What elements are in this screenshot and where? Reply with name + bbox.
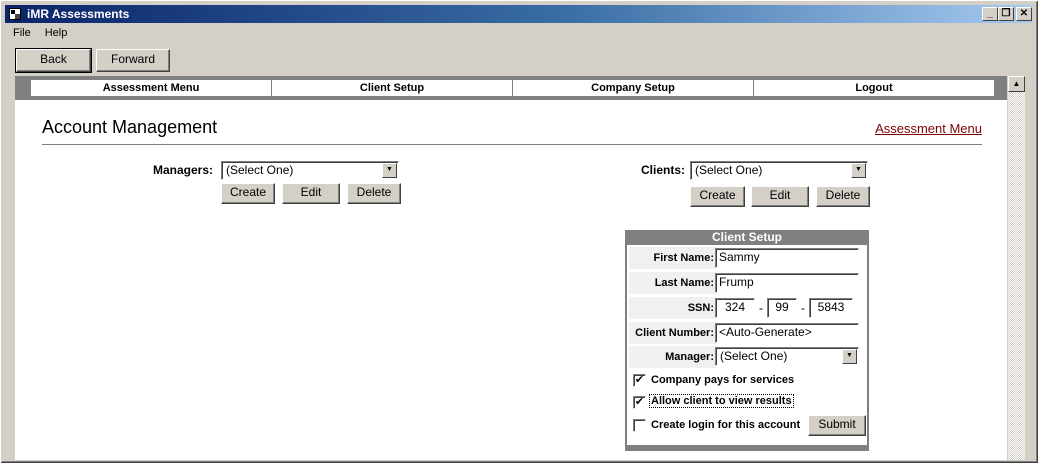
page-title: Account Management	[42, 117, 218, 137]
forward-button[interactable]: Forward	[96, 49, 170, 72]
company-pays-label: Company pays for services	[651, 374, 795, 386]
chevron-down-icon[interactable]: ▼	[382, 163, 397, 178]
chevron-down-icon[interactable]: ▼	[851, 163, 866, 178]
app-icon	[9, 8, 21, 20]
nav-assessment-menu[interactable]: Assessment Menu	[31, 80, 272, 96]
last-name-field[interactable]: Frump	[715, 273, 859, 293]
nav-logout[interactable]: Logout	[754, 80, 994, 96]
company-pays-checkbox[interactable]: ✔	[633, 374, 646, 387]
ssn-separator: -	[759, 301, 763, 315]
managers-label: Managers:	[153, 163, 214, 177]
nav-company-setup[interactable]: Company Setup	[513, 80, 754, 96]
restore-button[interactable]: ❐	[998, 7, 1014, 21]
ssn-part3-field[interactable]: 5843	[809, 298, 853, 318]
scroll-up-icon[interactable]: ▲	[1008, 76, 1025, 92]
allow-view-results-label: Allow client to view results	[649, 394, 794, 408]
menu-file[interactable]: File	[5, 25, 37, 39]
client-edit-button[interactable]: Edit	[751, 186, 809, 207]
client-create-button[interactable]: Create	[690, 186, 745, 207]
client-setup-panel: Client Setup First Name: Sammy Last Name…	[625, 230, 869, 451]
manager-create-button[interactable]: Create	[221, 183, 275, 204]
submit-button[interactable]: Submit	[808, 415, 866, 436]
clients-label: Clients:	[641, 163, 686, 177]
manager-select[interactable]: (Select One) ▼	[715, 347, 859, 366]
assessment-menu-link[interactable]: Assessment Menu	[875, 121, 982, 136]
menu-help[interactable]: Help	[37, 25, 74, 39]
manager-label: Manager:	[629, 346, 716, 368]
nav-client-setup[interactable]: Client Setup	[272, 80, 513, 96]
client-delete-button[interactable]: Delete	[816, 186, 870, 207]
last-name-label: Last Name:	[629, 272, 716, 294]
ssn-part2-field[interactable]: 99	[767, 298, 797, 318]
create-login-checkbox[interactable]	[633, 419, 646, 432]
manager-delete-button[interactable]: Delete	[347, 183, 401, 204]
minimize-button[interactable]: _	[982, 7, 998, 21]
window-title: iMR Assessments	[27, 7, 130, 21]
menu-bar: File Help	[5, 25, 73, 43]
vertical-scrollbar[interactable]: ▲	[1008, 76, 1025, 460]
managers-select[interactable]: (Select One) ▼	[221, 161, 399, 180]
manager-selected-value: (Select One)	[720, 349, 788, 363]
managers-selected-value: (Select One)	[226, 163, 294, 177]
create-login-label: Create login for this account	[651, 419, 801, 431]
app-window: iMR Assessments _ ❐ ✕ File Help Back Forw…	[0, 0, 1039, 464]
manager-edit-button[interactable]: Edit	[282, 183, 340, 204]
close-button[interactable]: ✕	[1016, 7, 1032, 21]
first-name-label: First Name:	[629, 247, 716, 269]
clients-select[interactable]: (Select One) ▼	[690, 161, 868, 180]
title-divider	[42, 144, 982, 145]
first-name-field[interactable]: Sammy	[715, 248, 859, 268]
ssn-part1-field[interactable]: 324	[715, 298, 755, 318]
chevron-down-icon[interactable]: ▼	[842, 349, 857, 364]
top-navigation: Assessment Menu Client Setup Company Set…	[15, 76, 1007, 100]
ssn-label: SSN:	[629, 297, 716, 319]
client-number-field[interactable]: <Auto-Generate>	[715, 323, 859, 343]
allow-view-results-checkbox[interactable]: ✔	[633, 396, 646, 409]
title-bar[interactable]: iMR Assessments _ ❐ ✕	[5, 5, 1032, 23]
ssn-separator: -	[801, 301, 805, 315]
clients-selected-value: (Select One)	[695, 163, 763, 177]
back-button[interactable]: Back	[15, 48, 92, 73]
client-setup-title: Client Setup	[711, 230, 782, 244]
client-number-label: Client Number:	[629, 322, 716, 344]
content-area: Assessment Menu Client Setup Company Set…	[15, 76, 1007, 460]
